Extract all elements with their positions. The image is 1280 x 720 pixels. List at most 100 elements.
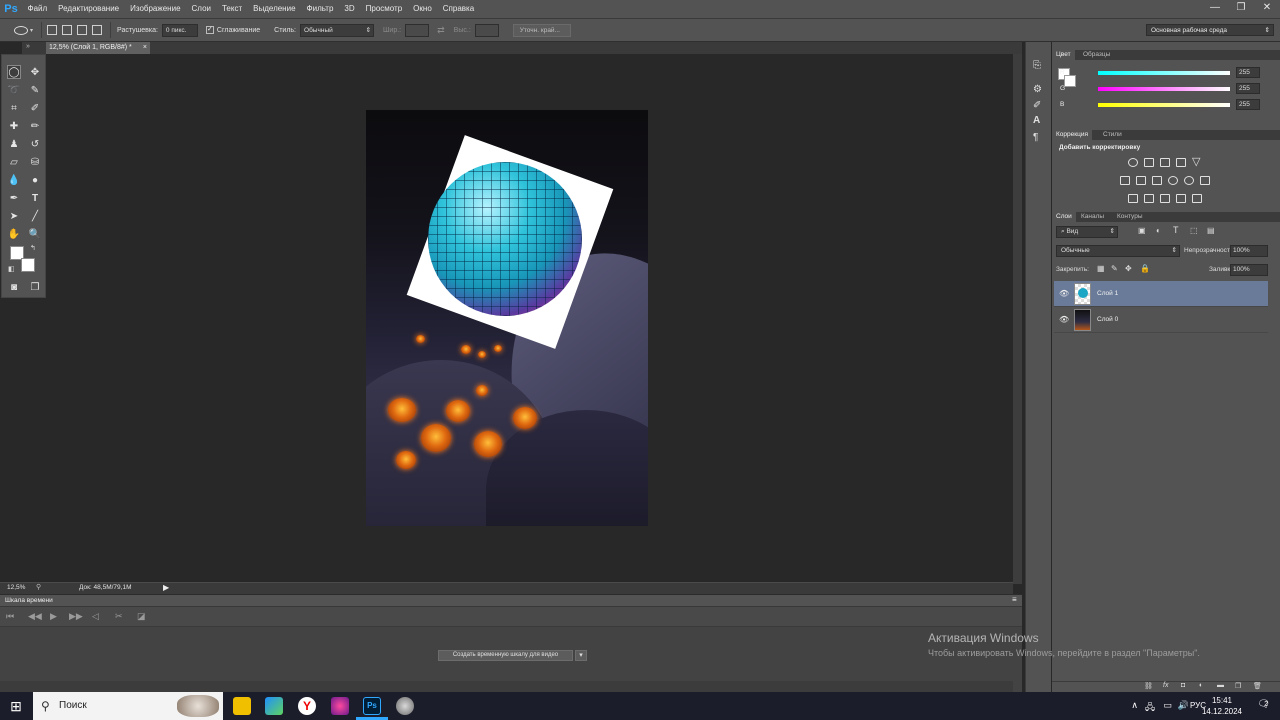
visibility-eye-icon[interactable]: 👁 xyxy=(1059,289,1069,298)
crop-tool-icon[interactable]: ⌗ xyxy=(7,101,21,115)
color-lookup-icon[interactable] xyxy=(1200,176,1210,185)
path-selection-tool-icon[interactable]: ➤ xyxy=(7,209,21,223)
network-icon[interactable]: 🖧 xyxy=(1145,700,1155,716)
antialias-checkbox[interactable]: ✓ xyxy=(205,26,214,34)
history-icon[interactable]: ⎘ xyxy=(1033,60,1041,71)
new-selection-icon[interactable] xyxy=(47,25,58,35)
swap-icon[interactable]: ⇄ xyxy=(437,25,445,36)
minimize-button[interactable]: — xyxy=(1202,0,1228,18)
new-group-icon[interactable]: ▬ xyxy=(1217,682,1224,689)
status-menu-arrow-icon[interactable]: ▶ xyxy=(163,583,169,592)
adjustment-filter-icon[interactable]: ◐ xyxy=(1156,226,1161,235)
windows-start-icon[interactable]: ⊞ xyxy=(0,692,32,720)
close-tab-icon[interactable]: × xyxy=(143,42,147,54)
hue-saturation-icon[interactable] xyxy=(1120,176,1130,185)
channel-value-r[interactable]: 255 xyxy=(1236,67,1260,78)
lock-all-icon[interactable]: 🔒 xyxy=(1140,264,1150,273)
file-explorer-icon[interactable] xyxy=(233,697,251,715)
threshold-icon[interactable] xyxy=(1160,194,1170,203)
channel-bar-b[interactable] xyxy=(1098,103,1230,107)
timeline-dropdown-icon[interactable]: ▾ xyxy=(575,650,587,661)
next-frame-icon[interactable]: ▶▶ xyxy=(69,611,83,622)
elliptical-marquee-icon[interactable] xyxy=(14,25,28,35)
layer-name[interactable]: Слой 1 xyxy=(1097,290,1118,297)
microsoft-store-icon[interactable] xyxy=(265,697,283,715)
status-options-icon[interactable]: ⚲ xyxy=(36,583,41,591)
color-balance-icon[interactable] xyxy=(1136,176,1146,185)
line-tool-icon[interactable]: ╱ xyxy=(28,209,42,223)
smart-object-filter-icon[interactable]: ▤ xyxy=(1207,226,1215,235)
collapse-toolbar-icon[interactable]: » xyxy=(26,43,30,50)
default-colors-icon[interactable]: ◧ xyxy=(8,265,15,273)
zoom-tool-icon[interactable]: 🔍 xyxy=(28,227,42,241)
media-app-icon[interactable] xyxy=(331,697,349,715)
brushes-icon[interactable]: ✐ xyxy=(1033,100,1041,111)
feather-input[interactable]: 0 пикс. xyxy=(161,23,198,37)
pixel-filter-icon[interactable]: ▣ xyxy=(1138,226,1146,235)
menu-type[interactable]: Текст xyxy=(216,0,247,18)
blend-mode-select[interactable]: Обычные ⇕ xyxy=(1056,245,1180,257)
menu-layers[interactable]: Слои xyxy=(186,0,216,18)
clone-stamp-tool-icon[interactable]: ♟ xyxy=(7,137,21,151)
clock[interactable]: 15:41 14.12.2024 xyxy=(1202,695,1242,717)
move-tool-icon[interactable]: ✥ xyxy=(28,65,42,79)
menu-file[interactable]: Файл xyxy=(22,0,53,18)
play-icon[interactable]: ▶ xyxy=(50,611,57,622)
channel-mixer-icon[interactable] xyxy=(1184,176,1194,185)
brightness-icon[interactable] xyxy=(1128,158,1138,167)
menu-image[interactable]: Изображение xyxy=(125,0,186,18)
menu-select[interactable]: Выделение xyxy=(248,0,301,18)
tool-preset-chevron-icon[interactable]: ▾ xyxy=(30,27,33,34)
layer-row-layer-0[interactable]: 👁 Слой 0 xyxy=(1054,307,1268,333)
menu-3d[interactable]: 3D xyxy=(339,0,360,18)
add-selection-icon[interactable] xyxy=(62,25,73,35)
tab-color[interactable]: Цвет xyxy=(1052,50,1075,60)
posterize-icon[interactable] xyxy=(1144,194,1154,203)
menu-filter[interactable]: Фильтр xyxy=(301,0,339,18)
curves-icon[interactable] xyxy=(1160,158,1170,167)
channel-bar-r[interactable] xyxy=(1098,71,1230,75)
brush-tool-icon[interactable]: ✏ xyxy=(28,119,42,133)
opacity-input[interactable]: 100% xyxy=(1230,245,1268,257)
tab-channels[interactable]: Каналы xyxy=(1077,212,1108,222)
panel-menu-icon[interactable]: ≡ xyxy=(1012,595,1017,604)
tray-chevron-icon[interactable]: ∧ xyxy=(1131,700,1138,711)
layer-row-layer-1[interactable]: 👁 Слой 1 xyxy=(1054,281,1268,307)
type-filter-icon[interactable]: T xyxy=(1173,225,1179,235)
tool-app-icon[interactable] xyxy=(396,697,414,715)
eyedropper-tool-icon[interactable]: ✐ xyxy=(28,101,42,115)
restore-button[interactable]: ❐ xyxy=(1228,0,1254,18)
photo-filter-icon[interactable] xyxy=(1168,176,1178,185)
taskbar-search[interactable]: ⚲ Поиск xyxy=(33,692,223,720)
menu-help[interactable]: Справка xyxy=(437,0,479,18)
dodge-tool-icon[interactable]: ● xyxy=(28,173,42,187)
split-icon[interactable]: ✂ xyxy=(115,611,123,622)
levels-icon[interactable] xyxy=(1144,158,1154,167)
tab-styles[interactable]: Стили xyxy=(1099,130,1126,140)
elliptical-marquee-tool-icon[interactable]: ◯ xyxy=(7,65,21,79)
lasso-tool-icon[interactable]: ➰ xyxy=(7,83,21,97)
channel-value-b[interactable]: 255 xyxy=(1236,99,1260,110)
intersect-selection-icon[interactable] xyxy=(92,25,103,35)
quick-selection-tool-icon[interactable]: ✎ xyxy=(28,83,42,97)
invert-icon[interactable] xyxy=(1128,194,1138,203)
create-video-timeline-button[interactable]: Создать временную шкалу для видео xyxy=(438,650,573,661)
tab-paths[interactable]: Контуры xyxy=(1113,212,1147,222)
vertical-scrollbar[interactable] xyxy=(1013,54,1022,584)
layer-style-icon[interactable]: fx xyxy=(1163,682,1168,689)
height-input[interactable] xyxy=(474,23,499,37)
selective-color-icon[interactable] xyxy=(1192,194,1202,203)
new-adjustment-icon[interactable]: ◐ xyxy=(1199,682,1203,689)
battery-icon[interactable]: ▭ xyxy=(1163,700,1172,711)
audio-icon[interactable]: ◁ xyxy=(92,611,99,622)
add-mask-icon[interactable]: ◘ xyxy=(1181,682,1185,689)
menu-edit[interactable]: Редактирование xyxy=(53,0,125,18)
disco-ball-image[interactable] xyxy=(428,162,582,316)
width-input[interactable] xyxy=(405,23,430,37)
black-white-icon[interactable] xyxy=(1152,176,1162,185)
properties-icon[interactable]: ⚙ xyxy=(1033,84,1042,95)
zoom-level[interactable]: 12,5% xyxy=(7,584,25,591)
workspace-select[interactable]: Основная рабочая среда ⇕ xyxy=(1146,24,1274,36)
menu-window[interactable]: Окно xyxy=(408,0,438,18)
first-frame-icon[interactable]: ⏮ xyxy=(6,611,14,622)
